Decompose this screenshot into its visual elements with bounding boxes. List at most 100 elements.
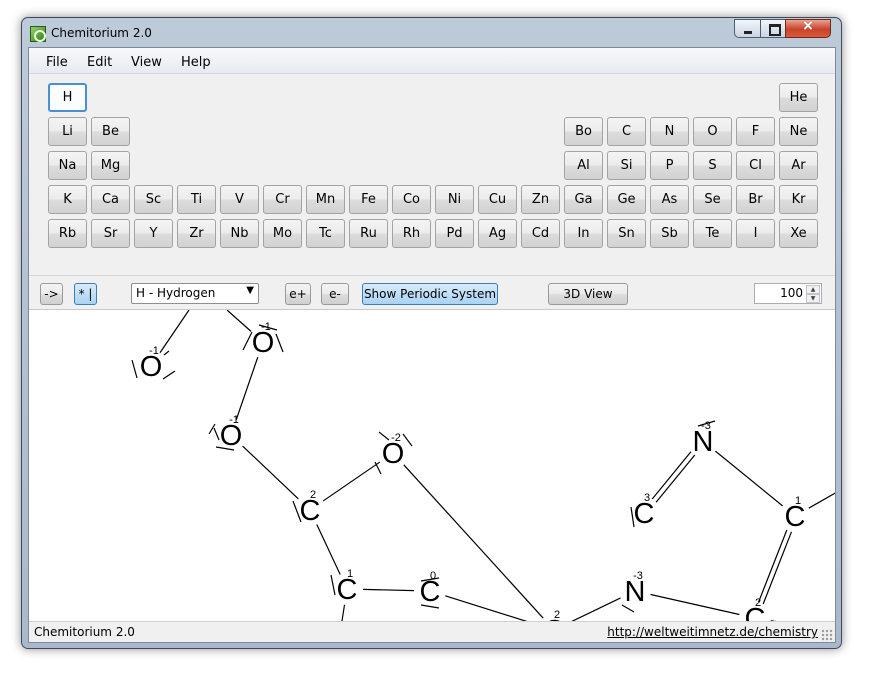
element-button-xe[interactable]: Xe	[779, 219, 818, 248]
element-button-mo[interactable]: Mo	[263, 219, 302, 248]
menu-view[interactable]: View	[131, 55, 162, 70]
element-button-ru[interactable]: Ru	[349, 219, 388, 248]
element-button-sr[interactable]: Sr	[91, 219, 130, 248]
element-button-ga[interactable]: Ga	[564, 185, 603, 214]
close-button[interactable]: ×	[785, 18, 831, 38]
maximize-button[interactable]	[760, 19, 786, 38]
bond[interactable]	[362, 588, 415, 592]
element-button-in[interactable]: In	[564, 219, 603, 248]
element-button-v[interactable]: V	[220, 185, 259, 214]
element-button-be[interactable]: Be	[91, 117, 130, 146]
lone-pair-mark[interactable]	[162, 370, 176, 380]
arrow-tool-button[interactable]: ->	[40, 283, 63, 305]
element-button-mn[interactable]: Mn	[306, 185, 345, 214]
element-button-tc[interactable]: Tc	[306, 219, 345, 248]
element-button-rh[interactable]: Rh	[392, 219, 431, 248]
element-button-i[interactable]: I	[736, 219, 775, 248]
element-button-p[interactable]: P	[650, 151, 689, 180]
element-button-mg[interactable]: Mg	[91, 151, 130, 180]
element-button-ne[interactable]: Ne	[779, 117, 818, 146]
element-button-n[interactable]: N	[650, 117, 689, 146]
chevron-down-icon[interactable]: ▼	[806, 294, 820, 303]
title-bar[interactable]: Chemitorium 2.0 ×	[22, 18, 841, 46]
minimize-button[interactable]	[734, 19, 761, 38]
element-button-c[interactable]: C	[607, 117, 646, 146]
element-button-sc[interactable]: Sc	[134, 185, 173, 214]
element-button-ni[interactable]: Ni	[435, 185, 474, 214]
element-button-f[interactable]: F	[736, 117, 775, 146]
lone-pair-mark[interactable]	[242, 331, 253, 351]
bond[interactable]	[316, 524, 341, 575]
remove-electron-button[interactable]: e-	[321, 283, 349, 305]
lone-pair-mark[interactable]	[402, 433, 413, 447]
bond[interactable]	[242, 445, 299, 500]
cursor-tool-button[interactable]: * |	[74, 283, 97, 305]
element-button-bo[interactable]: Bo	[564, 117, 603, 146]
element-button-zn[interactable]: Zn	[521, 185, 560, 214]
element-button-o[interactable]: O	[693, 117, 732, 146]
lone-pair-mark[interactable]	[131, 359, 138, 379]
element-button-sb[interactable]: Sb	[650, 219, 689, 248]
element-button-rb[interactable]: Rb	[48, 219, 87, 248]
element-button-te[interactable]: Te	[693, 219, 732, 248]
element-button-si[interactable]: Si	[607, 151, 646, 180]
molecule-drawing[interactable]: O-1O-1O-1O-2C2C1C0C2N-3C3N-3C1C2	[29, 310, 835, 621]
add-electron-button[interactable]: e+	[285, 283, 311, 305]
element-button-as[interactable]: As	[650, 185, 689, 214]
lone-pair-mark[interactable]	[213, 427, 220, 441]
bond[interactable]	[322, 461, 381, 502]
menu-help[interactable]: Help	[181, 55, 211, 70]
double-bond[interactable]	[651, 451, 692, 500]
bond[interactable]	[235, 356, 259, 421]
bond[interactable]	[568, 597, 621, 621]
website-link[interactable]: http://weltweitimnetz.de/chemistry	[607, 625, 818, 639]
element-button-pd[interactable]: Pd	[435, 219, 474, 248]
bond[interactable]	[715, 450, 783, 507]
element-button-ti[interactable]: Ti	[177, 185, 216, 214]
bond[interactable]	[159, 310, 190, 354]
element-button-co[interactable]: Co	[392, 185, 431, 214]
element-button-nb[interactable]: Nb	[220, 219, 259, 248]
element-button-s[interactable]: S	[693, 151, 732, 180]
element-button-li[interactable]: Li	[48, 117, 87, 146]
element-button-sn[interactable]: Sn	[607, 219, 646, 248]
element-button-na[interactable]: Na	[48, 151, 87, 180]
element-button-h[interactable]: H	[48, 83, 87, 112]
double-bond[interactable]	[655, 454, 696, 503]
element-button-cl[interactable]: Cl	[736, 151, 775, 180]
chevron-up-icon[interactable]: ▲	[806, 285, 820, 294]
lone-pair-mark[interactable]	[330, 574, 336, 596]
element-button-kr[interactable]: Kr	[779, 185, 818, 214]
element-button-cr[interactable]: Cr	[263, 185, 302, 214]
menu-edit[interactable]: Edit	[87, 55, 112, 70]
bond[interactable]	[226, 310, 252, 332]
element-button-al[interactable]: Al	[564, 151, 603, 180]
element-button-k[interactable]: K	[48, 185, 87, 214]
element-button-se[interactable]: Se	[693, 185, 732, 214]
element-button-ge[interactable]: Ge	[607, 185, 646, 214]
element-button-ag[interactable]: Ag	[478, 219, 517, 248]
double-bond[interactable]	[762, 531, 793, 605]
element-button-y[interactable]: Y	[134, 219, 173, 248]
zoom-stepper[interactable]: 100 ▲ ▼	[754, 283, 822, 304]
element-button-zr[interactable]: Zr	[177, 219, 216, 248]
lone-pair-mark[interactable]	[275, 333, 284, 353]
3d-view-button[interactable]: 3D View	[548, 283, 628, 305]
element-select[interactable]: H - Hydrogen ▼	[131, 283, 259, 304]
element-button-ca[interactable]: Ca	[91, 185, 130, 214]
element-button-ar[interactable]: Ar	[779, 151, 818, 180]
show-periodic-system-button[interactable]: Show Periodic System	[362, 283, 498, 305]
element-button-fe[interactable]: Fe	[349, 185, 388, 214]
bond[interactable]	[445, 595, 538, 621]
element-button-he[interactable]: He	[779, 83, 818, 112]
element-button-cd[interactable]: Cd	[521, 219, 560, 248]
double-bond[interactable]	[757, 529, 788, 603]
menu-file[interactable]: File	[46, 55, 68, 70]
lone-pair-mark[interactable]	[163, 350, 170, 356]
bond[interactable]	[650, 593, 740, 616]
element-button-cu[interactable]: Cu	[478, 185, 517, 214]
bond[interactable]	[339, 604, 346, 621]
bond[interactable]	[808, 492, 835, 509]
resize-grip[interactable]	[821, 629, 833, 641]
element-button-br[interactable]: Br	[736, 185, 775, 214]
